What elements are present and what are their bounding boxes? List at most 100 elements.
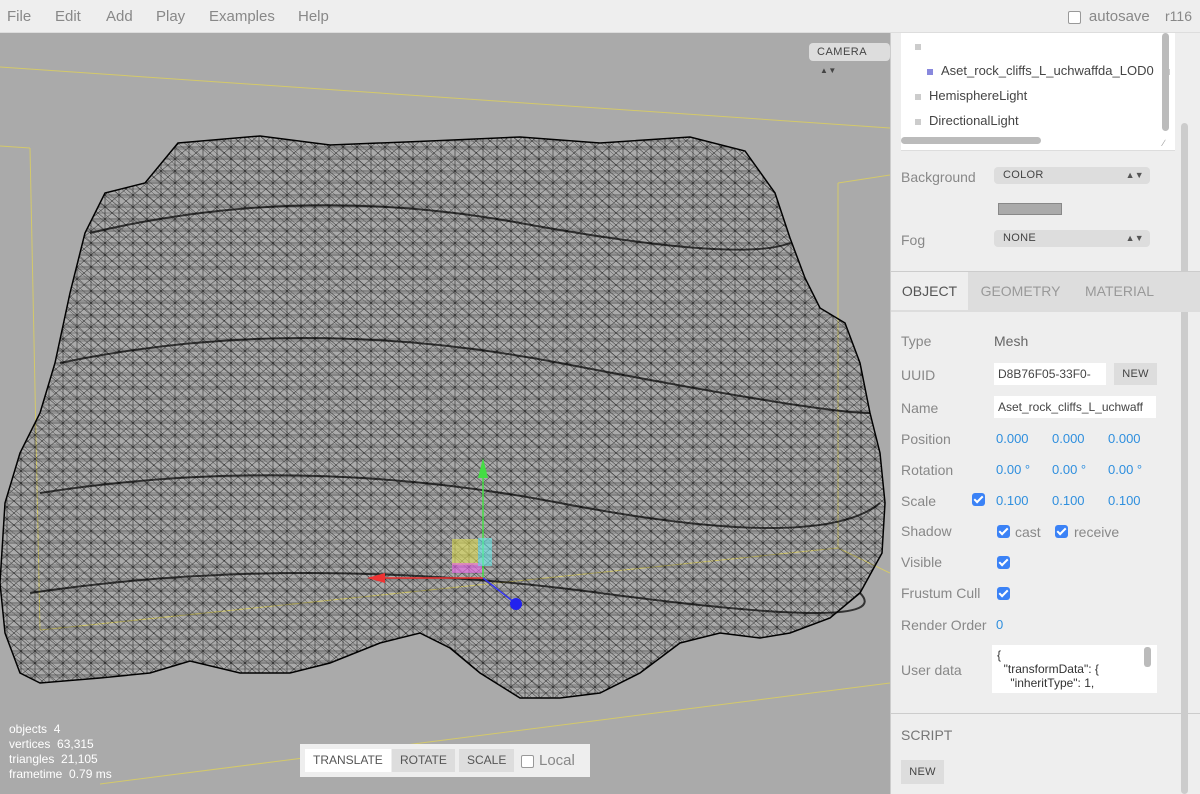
stat-frametime: frametime 0.79 ms [9, 767, 112, 782]
updown-icon: ▲▼ [1125, 233, 1144, 243]
stats-panel: objects 4 vertices 63,315 triangles 21,1… [9, 722, 112, 782]
userdata-scrollbar[interactable] [1144, 647, 1151, 667]
vertical-scrollbar[interactable] [1162, 33, 1169, 131]
light-dot-icon [915, 118, 921, 125]
frustum-cull-checkbox[interactable] [997, 587, 1010, 600]
script-title: SCRIPT [901, 727, 953, 743]
scale-z-input[interactable]: 0.100 [1108, 493, 1141, 508]
menu-examples[interactable]: Examples [209, 8, 275, 25]
tab-object[interactable]: OBJECT [891, 272, 969, 310]
translate-button[interactable]: TRANSLATE [305, 749, 391, 772]
menu-edit[interactable]: Edit [55, 8, 81, 25]
autosave-label: autosave [1088, 8, 1150, 25]
stat-vertices-label: vertices [9, 737, 51, 751]
scene-canvas[interactable] [0, 33, 890, 794]
rotation-label: Rotation [901, 462, 954, 478]
updown-icon: ▲▼ [820, 66, 837, 75]
userdata-label: User data [901, 662, 962, 678]
position-label: Position [901, 431, 951, 447]
camera-select-label: CAMERA [817, 46, 867, 58]
viewport[interactable]: CAMERA ▲▼ objects 4 vertices 63,315 tria… [0, 33, 890, 794]
menu-file[interactable]: File [7, 8, 31, 25]
updown-icon: ▲▼ [1125, 170, 1144, 180]
position-x-input[interactable]: 0.000 [996, 431, 1029, 446]
object-dot-icon [915, 43, 921, 50]
scale-label: Scale [901, 493, 937, 509]
stat-objects-label: objects [9, 722, 48, 736]
uuid-field[interactable]: D8B76F05-33F0- [994, 363, 1106, 385]
render-order-input[interactable]: 0 [996, 617, 1003, 632]
stat-objects-value: 4 [53, 722, 61, 736]
tab-material[interactable]: MATERIAL [1073, 272, 1167, 310]
receive-shadow-checkbox[interactable] [1055, 525, 1068, 538]
outliner-item-directional[interactable]: DirectionalLight [915, 108, 1019, 133]
background-label: Background [901, 169, 976, 185]
cast-shadow-checkbox[interactable] [997, 525, 1010, 538]
sidebar-scrollbar[interactable] [1181, 123, 1188, 794]
fog-select-value: NONE [1003, 232, 1036, 244]
resize-grip-icon[interactable]: ∕ [1163, 139, 1171, 148]
background-color-swatch[interactable] [998, 203, 1062, 215]
camera-select[interactable]: CAMERA ▲▼ [809, 43, 890, 75]
tab-geometry[interactable]: GEOMETRY [969, 272, 1073, 310]
visible-label: Visible [901, 554, 942, 570]
divider [891, 713, 1200, 714]
uuid-label: UUID [901, 367, 936, 383]
type-label: Type [901, 333, 932, 349]
stat-triangles-label: triangles [9, 752, 55, 766]
horizontal-scrollbar[interactable] [901, 137, 1041, 144]
userdata-line: "inheritType": 1, [997, 676, 1095, 690]
background-select-value: COLOR [1003, 169, 1044, 181]
local-checkbox[interactable] [521, 755, 534, 768]
fog-label: Fog [901, 232, 926, 248]
userdata-textarea[interactable]: { "transformData": { "inheritType": 1, [992, 645, 1157, 693]
autosave-checkbox[interactable] [1068, 10, 1081, 24]
fog-select[interactable]: NONE ▲▼ [994, 230, 1150, 247]
userdata-line: "transformData": { [997, 662, 1099, 676]
stat-vertices-value: 63,315 [57, 737, 94, 751]
receive-label: receive [1074, 524, 1120, 540]
visible-checkbox[interactable] [997, 556, 1010, 569]
outliner-item-mesh[interactable]: Aset_rock_cliffs_L_uchwaffda_LOD0 [927, 58, 1175, 83]
scale-button[interactable]: SCALE [459, 749, 515, 772]
position-y-input[interactable]: 0.000 [1052, 431, 1085, 446]
name-field[interactable]: Aset_rock_cliffs_L_uchwaff [994, 396, 1156, 418]
rock-mesh [0, 135, 886, 699]
outliner-item-label: DirectionalLight [929, 113, 1019, 128]
stat-vertices: vertices 63,315 [9, 737, 112, 752]
position-z-input[interactable]: 0.000 [1108, 431, 1141, 446]
transform-toolbar: TRANSLATE ROTATE SCALE Local [300, 744, 590, 777]
name-label: Name [901, 400, 939, 416]
outliner[interactable]: Aset_rock_cliffs_L_uchwaffda_LOD0 Hemisp… [901, 33, 1175, 151]
mesh-dot-icon [927, 68, 933, 75]
script-new-button[interactable]: NEW [901, 760, 944, 784]
rotation-x-input[interactable]: 0.00 ° [996, 462, 1030, 477]
menu-help[interactable]: Help [298, 8, 329, 25]
outliner-item[interactable] [915, 33, 929, 58]
userdata-line: { [997, 648, 1002, 662]
type-value: Mesh [994, 333, 1029, 349]
outliner-item-hemisphere[interactable]: HemisphereLight [915, 83, 1027, 108]
autosave-toggle[interactable]: autosave [1068, 8, 1150, 25]
outliner-item-label: Aset_rock_cliffs_L_uchwaffda_LOD0 [941, 63, 1154, 78]
outliner-item-label: HemisphereLight [929, 88, 1028, 103]
background-select[interactable]: COLOR ▲▼ [994, 167, 1150, 184]
light-dot-icon [915, 93, 921, 100]
scale-y-input[interactable]: 0.100 [1052, 493, 1085, 508]
menubar: File Edit Add Play Examples Help autosav… [0, 0, 1200, 33]
rotation-z-input[interactable]: 0.00 ° [1108, 462, 1142, 477]
stat-triangles-value: 21,105 [61, 752, 98, 766]
shadow-label: Shadow [901, 523, 952, 539]
uuid-new-button[interactable]: NEW [1114, 363, 1157, 385]
stat-frametime-label: frametime [9, 767, 63, 781]
render-order-label: Render Order [901, 617, 987, 633]
menu-play[interactable]: Play [156, 8, 185, 25]
menu-add[interactable]: Add [106, 8, 133, 25]
sidebar: Aset_rock_cliffs_L_uchwaffda_LOD0 Hemisp… [890, 33, 1200, 794]
rotate-button[interactable]: ROTATE [392, 749, 455, 772]
scale-lock-checkbox[interactable] [972, 493, 985, 506]
scale-x-input[interactable]: 0.100 [996, 493, 1029, 508]
cast-label: cast [1015, 524, 1041, 540]
rotation-y-input[interactable]: 0.00 ° [1052, 462, 1086, 477]
stat-frametime-value: 0.79 ms [69, 767, 112, 781]
